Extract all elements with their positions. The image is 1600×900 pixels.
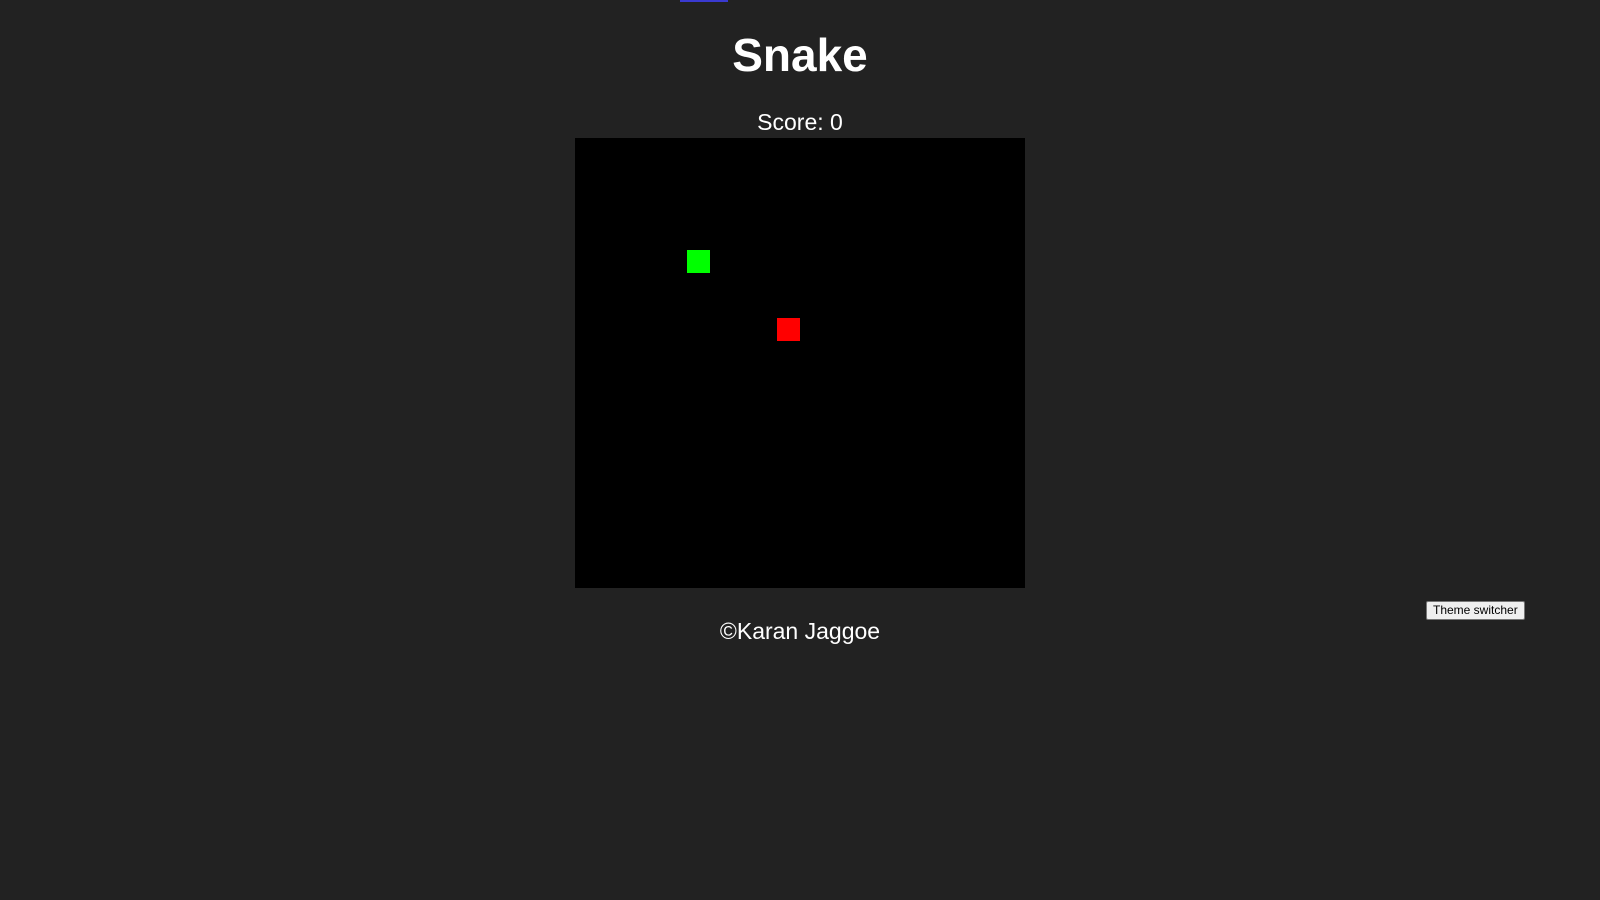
food-item	[777, 318, 800, 341]
page-title: Snake	[732, 29, 868, 81]
page: Snake Score: 0 Theme switcher ©Karan Jag…	[0, 0, 1600, 900]
top-accent-bar	[680, 0, 728, 2]
score-display: Score: 0	[757, 109, 843, 135]
footer-copyright: ©Karan Jaggoe	[719, 618, 881, 644]
snake-head	[687, 250, 710, 273]
game-board[interactable]	[575, 138, 1025, 588]
